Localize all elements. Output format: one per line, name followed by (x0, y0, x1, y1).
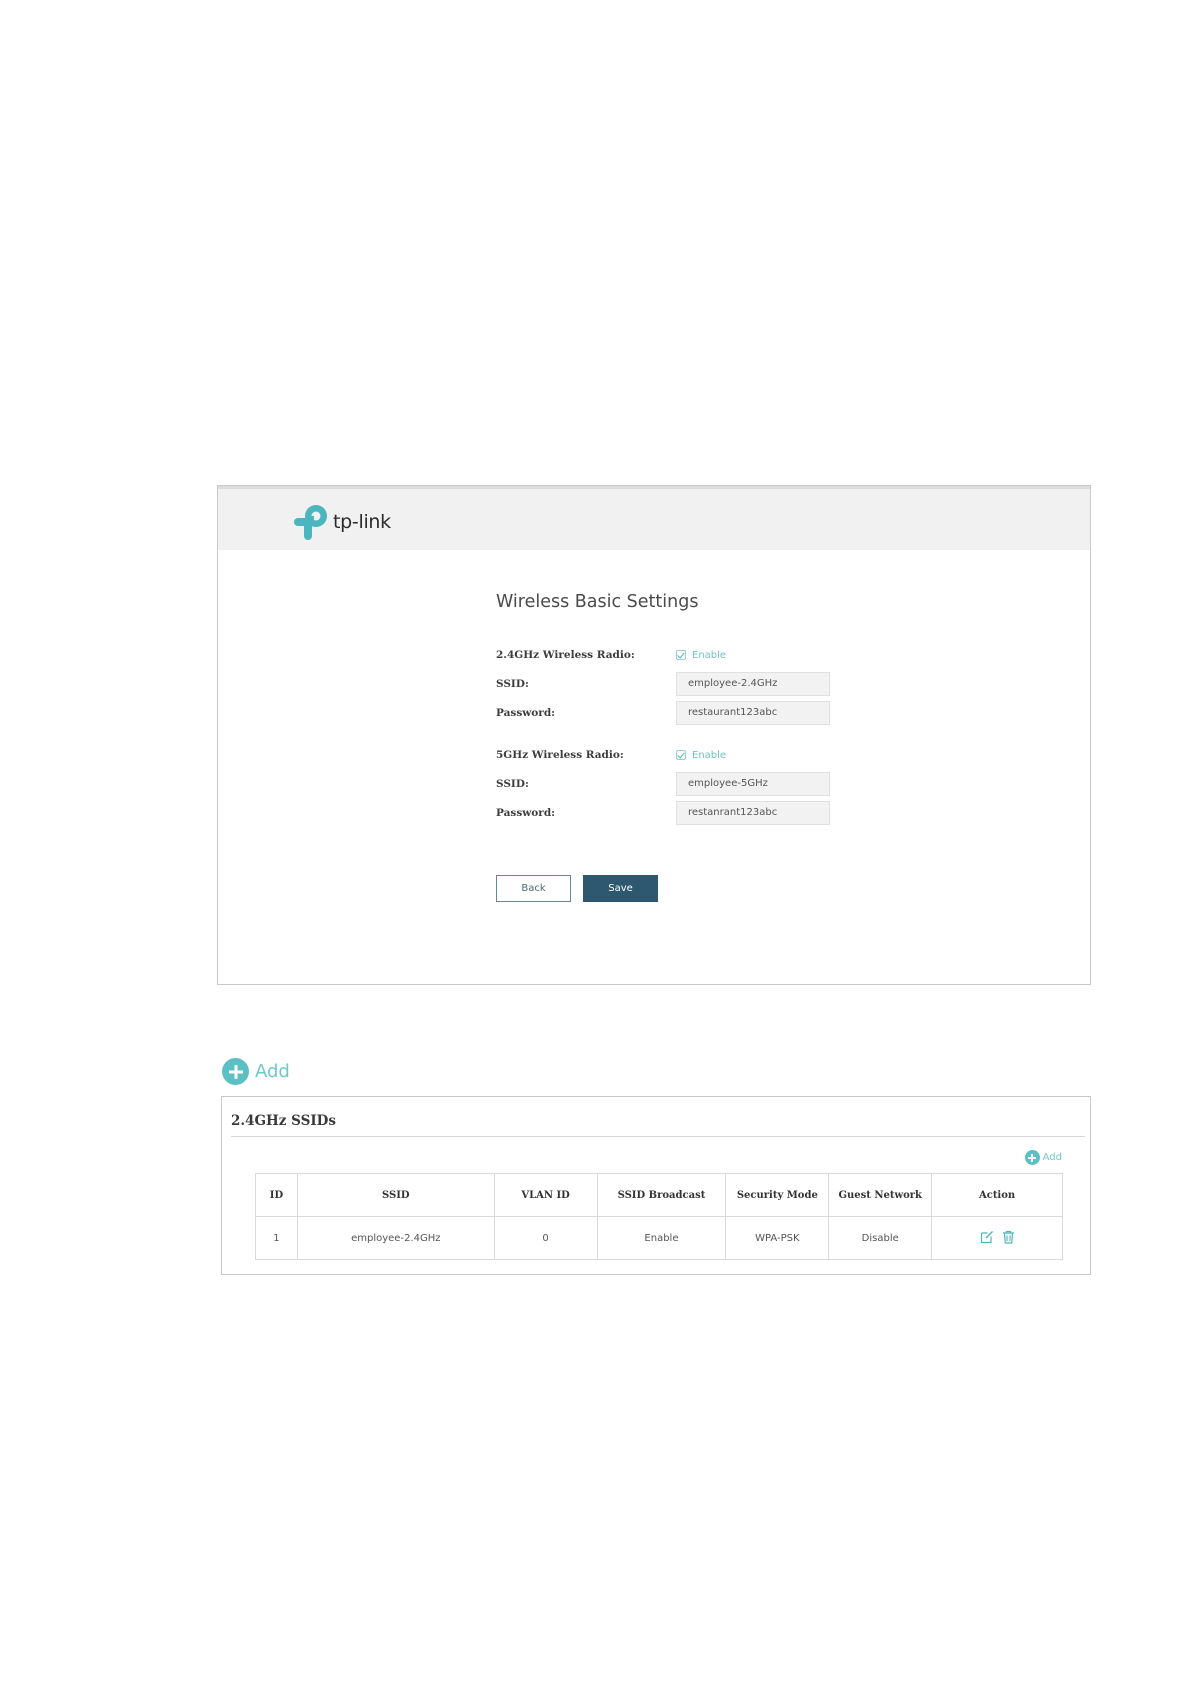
save-button[interactable]: Save (583, 875, 658, 902)
wireless-settings-window: tp-link Wireless Basic Settings 2.4GHz W… (217, 485, 1091, 985)
radio-5-enable-checkbox[interactable]: Enable (676, 750, 726, 761)
ssid-24-row: SSID: employee-2.4GHz (496, 672, 830, 696)
tp-link-logo: tp-link (294, 504, 391, 540)
radio-24-label: 2.4GHz Wireless Radio: (496, 649, 635, 661)
radio-24-enable-checkbox[interactable]: Enable (676, 650, 726, 661)
ssid-panel: 2.4GHz SSIDs Add ID SSID VLAN ID SSID Br… (221, 1096, 1091, 1275)
add-ssid-button[interactable]: Add (1024, 1150, 1062, 1165)
column-header: Action (931, 1173, 1063, 1217)
ssid-24-label: SSID: (496, 678, 529, 690)
edit-icon[interactable] (980, 1230, 994, 1244)
cell-broadcast: Enable (596, 1216, 727, 1260)
ssid-5-input[interactable]: employee-5GHz (676, 772, 830, 796)
header-bar: tp-link (218, 486, 1090, 550)
radio-24-enable-label: Enable (692, 649, 727, 661)
table-header-row: ID SSID VLAN ID SSID Broadcast Security … (255, 1173, 1063, 1217)
section-divider (231, 1136, 1085, 1137)
radio-5-row: 5GHz Wireless Radio: Enable (496, 743, 726, 767)
ssid-5-row: SSID: employee-5GHz (496, 772, 830, 796)
password-24-input[interactable]: restaurant123abc (676, 701, 830, 725)
radio-5-label: 5GHz Wireless Radio: (496, 749, 624, 761)
cell-guest: Disable (828, 1216, 933, 1260)
ssid-24-input[interactable]: employee-2.4GHz (676, 672, 830, 696)
page-title: Wireless Basic Settings (496, 592, 699, 612)
password-24-row: Password: restaurant123abc (496, 701, 830, 725)
logo-text: tp-link (333, 511, 391, 533)
column-header: SSID (296, 1173, 495, 1217)
tp-link-logo-icon (294, 505, 327, 540)
radio-5-enable-label: Enable (692, 749, 727, 761)
checkbox-checked-icon[interactable] (676, 750, 686, 760)
ssid-table: ID SSID VLAN ID SSID Broadcast Security … (255, 1173, 1063, 1260)
checkbox-checked-icon[interactable] (676, 650, 686, 660)
cell-vlan-id: 0 (493, 1216, 598, 1260)
back-button[interactable]: Back (496, 875, 571, 902)
table-row: 1 employee-2.4GHz 0 Enable WPA-PSK Disab… (255, 1216, 1063, 1260)
column-header: Security Mode (725, 1173, 830, 1217)
cell-id: 1 (255, 1216, 298, 1260)
column-header: SSID Broadcast (596, 1173, 727, 1217)
radio-24-row: 2.4GHz Wireless Radio: Enable (496, 643, 726, 667)
column-header: VLAN ID (493, 1173, 598, 1217)
password-5-row: Password: restanrant123abc (496, 801, 830, 825)
ssid-5-label: SSID: (496, 778, 529, 790)
add-ssid-label: Add (1042, 1152, 1062, 1163)
cell-security: WPA-PSK (725, 1216, 830, 1260)
column-header: ID (255, 1173, 298, 1217)
password-5-input[interactable]: restanrant123abc (676, 801, 830, 825)
add-button[interactable]: Add (222, 1058, 290, 1085)
column-header: Guest Network (828, 1173, 933, 1217)
add-button-label: Add (255, 1061, 290, 1082)
section-title: 2.4GHz SSIDs (231, 1113, 336, 1129)
password-24-label: Password: (496, 707, 556, 719)
plus-circle-icon (1024, 1150, 1040, 1165)
cell-ssid: employee-2.4GHz (296, 1216, 495, 1260)
delete-icon[interactable] (1002, 1230, 1015, 1244)
cell-action (931, 1216, 1063, 1260)
password-5-label: Password: (496, 807, 556, 819)
plus-circle-icon (222, 1058, 249, 1085)
